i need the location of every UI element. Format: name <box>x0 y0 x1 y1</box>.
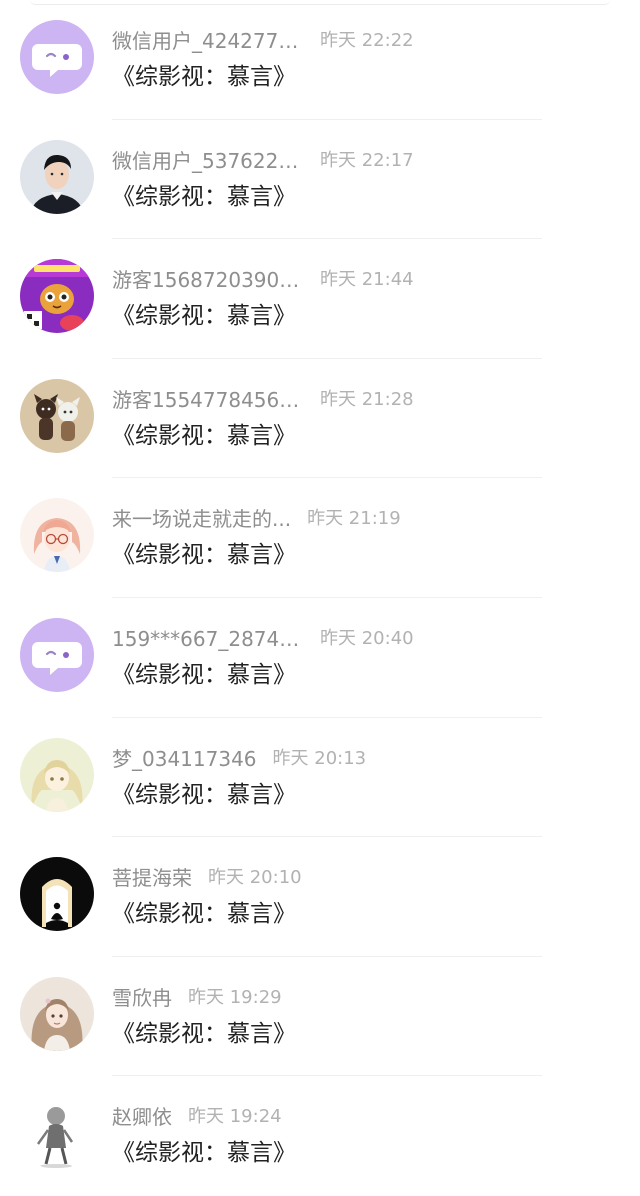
comment-meta: 游客15547784566... 昨天 21:28 <box>112 385 414 415</box>
user-name[interactable]: 梦_034117346 <box>112 744 257 774</box>
anime-girl-glasses-icon <box>20 498 94 573</box>
comment-time: 昨天 21:28 <box>320 388 414 410</box>
comment-item[interactable]: 微信用户_4242776... 昨天 22:22 《综影视：慕言》 <box>0 0 640 120</box>
cartoon-tiger-icon <box>20 259 94 334</box>
comment-meta: 梦_034117346 昨天 20:13 <box>112 744 366 774</box>
comment-time: 昨天 21:44 <box>320 269 414 291</box>
comment-text[interactable]: 《综影视：慕言》 <box>112 60 296 94</box>
user-name[interactable]: 来一场说走就走的... <box>112 504 291 534</box>
comment-text[interactable]: 《综影视：慕言》 <box>112 1136 296 1170</box>
comment-text[interactable]: 《综影视：慕言》 <box>112 299 296 333</box>
default-chat-avatar[interactable] <box>20 20 94 94</box>
user-name[interactable]: 微信用户_5376223... <box>112 146 304 176</box>
comment-item[interactable]: 微信用户_5376223... 昨天 22:17 《综影视：慕言》 <box>0 120 640 240</box>
meditation-silhouette-icon <box>20 857 94 932</box>
pastel-girl-avatar[interactable] <box>20 737 94 812</box>
comment-item[interactable]: 梦_034117346 昨天 20:13 《综影视：慕言》 <box>0 718 640 838</box>
user-name[interactable]: 游客15687203909... <box>112 265 304 295</box>
user-name[interactable]: 赵卿依 <box>112 1102 172 1132</box>
painted-girl-icon <box>20 976 94 1051</box>
sketch-child-icon <box>20 1096 94 1171</box>
comment-time: 昨天 20:10 <box>208 867 302 889</box>
comment-time: 昨天 21:19 <box>307 508 401 530</box>
comment-time: 昨天 22:17 <box>320 149 414 171</box>
comment-time: 昨天 19:24 <box>188 1106 282 1128</box>
chat-bubble-icon <box>20 617 94 692</box>
comment-text[interactable]: 《综影视：慕言》 <box>112 180 296 214</box>
comment-text[interactable]: 《综影视：慕言》 <box>112 897 296 931</box>
comment-meta: 游客15687203909... 昨天 21:44 <box>112 265 414 295</box>
sketch-child-avatar[interactable] <box>20 1096 94 1171</box>
comment-text[interactable]: 《综影视：慕言》 <box>112 1017 296 1051</box>
comment-item[interactable]: 雪欣冉 昨天 19:29 《综影视：慕言》 <box>0 957 640 1077</box>
comment-text[interactable]: 《综影视：慕言》 <box>112 419 296 453</box>
comment-meta: 雪欣冉 昨天 19:29 <box>112 983 282 1013</box>
comment-item[interactable]: 游客15547784566... 昨天 21:28 《综影视：慕言》 <box>0 359 640 479</box>
comment-item[interactable]: 菩提海荣 昨天 20:10 《综影视：慕言》 <box>0 837 640 957</box>
comment-time: 昨天 20:13 <box>272 747 367 769</box>
comment-time: 昨天 19:29 <box>188 986 282 1008</box>
comment-item[interactable]: 赵卿依 昨天 19:24 《综影视：慕言》 <box>0 1076 640 1196</box>
comment-meta: 微信用户_4242776... 昨天 22:22 <box>112 26 414 56</box>
comment-meta: 微信用户_5376223... 昨天 22:17 <box>112 146 414 176</box>
user-name[interactable]: 菩提海荣 <box>112 863 192 893</box>
user-name[interactable]: 微信用户_4242776... <box>112 26 304 56</box>
chat-bubble-icon <box>20 20 94 94</box>
comment-meta: 159***667_28740... 昨天 20:40 <box>112 624 414 654</box>
comment-text[interactable]: 《综影视：慕言》 <box>112 778 296 812</box>
cartoon-tiger-avatar[interactable] <box>20 259 94 334</box>
comment-item[interactable]: 来一场说走就走的... 昨天 21:19 《综影视：慕言》 <box>0 478 640 598</box>
pastel-girl-icon <box>20 737 94 812</box>
comment-meta: 赵卿依 昨天 19:24 <box>112 1102 282 1132</box>
user-name[interactable]: 游客15547784566... <box>112 385 304 415</box>
anime-cats-avatar[interactable] <box>20 378 94 453</box>
comment-text[interactable]: 《综影视：慕言》 <box>112 538 296 572</box>
comment-time: 昨天 20:40 <box>320 627 414 649</box>
man-portrait-avatar[interactable] <box>20 139 94 214</box>
comment-item[interactable]: 游客15687203909... 昨天 21:44 《综影视：慕言》 <box>0 239 640 359</box>
comment-text[interactable]: 《综影视：慕言》 <box>112 658 296 692</box>
painted-girl-avatar[interactable] <box>20 976 94 1051</box>
comment-meta: 菩提海荣 昨天 20:10 <box>112 863 302 893</box>
meditation-silhouette-avatar[interactable] <box>20 857 94 932</box>
anime-girl-glasses-avatar[interactable] <box>20 498 94 573</box>
comment-item[interactable]: 159***667_28740... 昨天 20:40 《综影视：慕言》 <box>0 598 640 718</box>
comment-meta: 来一场说走就走的... 昨天 21:19 <box>112 504 401 534</box>
comment-list: 微信用户_4242776... 昨天 22:22 《综影视：慕言》 微信用户_53… <box>0 0 640 1196</box>
anime-cats-icon <box>20 378 94 453</box>
user-name[interactable]: 159***667_28740... <box>112 624 304 654</box>
default-chat-avatar[interactable] <box>20 617 94 692</box>
comment-time: 昨天 22:22 <box>320 30 414 51</box>
user-name[interactable]: 雪欣冉 <box>112 983 172 1013</box>
man-portrait-icon <box>20 139 94 214</box>
